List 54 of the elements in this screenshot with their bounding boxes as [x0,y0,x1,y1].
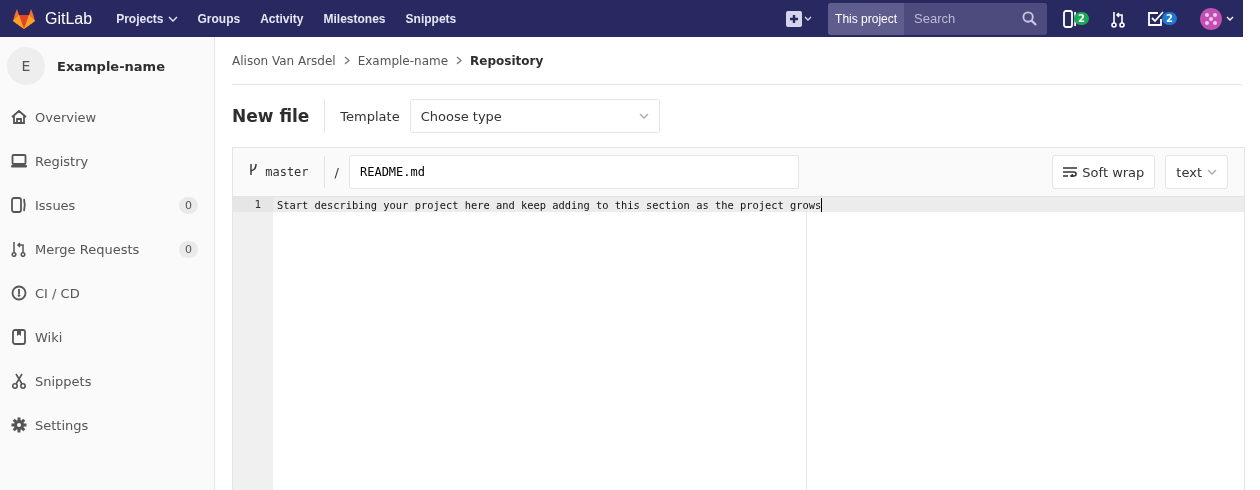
count-badge: 0 [179,196,198,214]
count-badge: 0 [179,240,198,258]
line-number: 1 [233,197,273,212]
chevron-down-icon [1207,169,1217,175]
soft-wrap-button[interactable]: Soft wrap [1052,155,1156,189]
nav-link[interactable]: Projects [116,11,178,26]
issues-count: 2 [1074,12,1090,25]
brand-name[interactable]: GitLab [45,9,93,28]
sidebar-item[interactable]: Merge Requests 0 [0,227,214,271]
chevron-right-icon [343,56,350,65]
page-title: New file [232,99,326,133]
branch-icon [249,163,258,176]
todos-count: 2 [1162,12,1177,25]
book-icon [11,329,27,345]
nav-link[interactable]: Snippets [405,11,457,26]
nav-link[interactable]: Groups [197,11,241,26]
path-separator: / [334,164,339,180]
nav-link[interactable]: Milestones [323,11,386,26]
sidebar-item[interactable]: Overview [0,95,214,139]
wrap-icon [1063,167,1078,177]
settings-icon [11,417,27,433]
sidebar-item[interactable]: Wiki [0,315,214,359]
chevron-right-icon [456,56,463,65]
merge-request-icon[interactable] [1111,9,1126,28]
nav-link[interactable]: Activity [260,11,304,26]
laptop-icon [11,153,27,169]
sidebar-item[interactable]: Settings [0,403,214,447]
chevron-down-icon [638,113,649,119]
search-field[interactable]: This project Search [828,2,1048,35]
merge-request-icon [11,241,27,257]
new-item-button[interactable] [786,10,813,27]
project-avatar[interactable]: E [7,47,45,85]
user-menu-button[interactable] [1199,6,1235,31]
branch-name: master [249,156,325,188]
issues-icon [11,197,27,213]
sidebar-item[interactable]: Snippets [0,359,214,403]
search-scope[interactable]: This project [828,2,905,35]
template-dropdown[interactable]: Choose type [409,99,660,133]
breadcrumb-link[interactable]: Example-name [357,53,449,68]
sidebar-item[interactable]: Issues 0 [0,183,214,227]
scissors-icon [11,373,27,389]
file-name-field[interactable]: README.md [348,155,799,189]
mode-dropdown[interactable]: text [1165,155,1228,189]
fox-logo-icon[interactable] [12,7,36,30]
home-icon [11,109,27,125]
template-label: Template [340,108,400,124]
breadcrumb-link[interactable]: Alison Van Arsdel [232,53,336,68]
todo-checkbox-icon[interactable] [1147,10,1166,27]
project-name[interactable]: Example-name [57,58,165,74]
search-icon [1022,11,1038,26]
breadcrumb-link[interactable]: Repository [470,53,544,68]
sidebar-item[interactable]: Registry [0,139,214,183]
sidebar-item[interactable]: CI / CD [0,271,214,315]
chevron-down-icon [167,15,178,22]
